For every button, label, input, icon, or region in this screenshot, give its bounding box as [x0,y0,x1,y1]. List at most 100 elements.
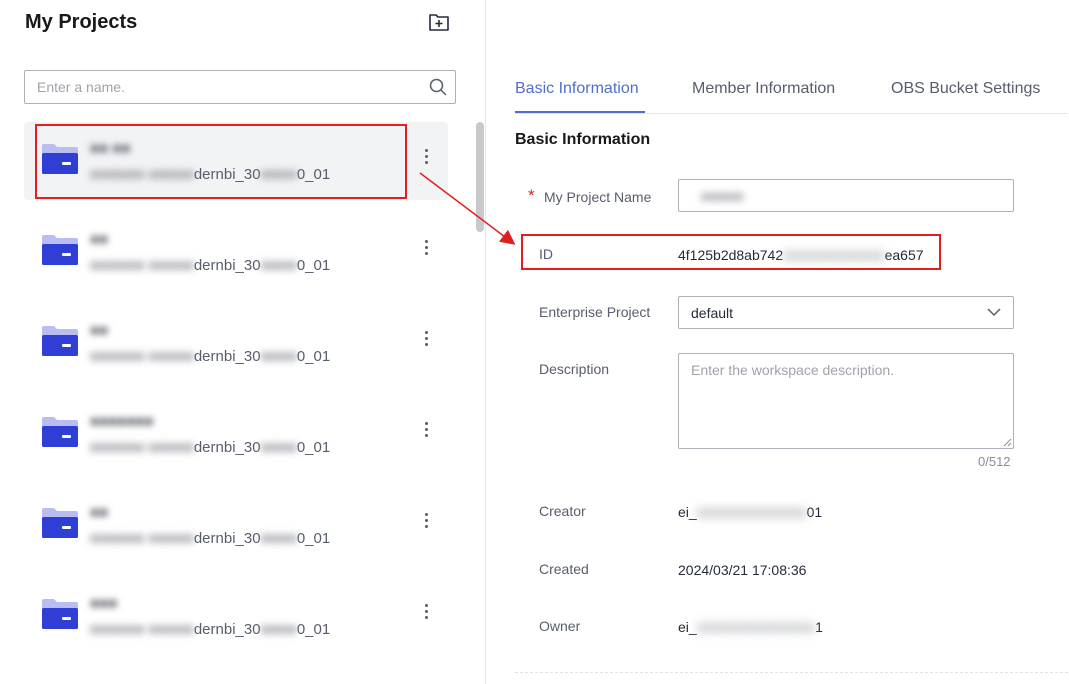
creator-value: ei_■■■■■■■■■■■■■01 [678,504,822,520]
project-subtitle: ■■■■■■ ■■■■■dernbi_30■■■■0_01 [90,257,330,274]
more-dot [424,149,428,152]
more-dot [424,252,428,255]
scrollbar-thumb[interactable] [476,122,484,232]
project-subtitle-suffix: 0_01 [296,530,331,547]
project-subtitle-hidden: ■■■■■■ ■■■■■ [90,348,194,365]
project-name: ■■ [90,504,109,521]
owner-value-hidden: ■■■■■■■■■■■■■■ [696,619,816,635]
description-field [678,353,1014,449]
id-value: 4f125b2d8ab742■■■■■■■■■■■■ea657 [678,247,924,263]
project-item[interactable]: ■■ ■■■■■■ ■■■■■dernbi_30■■■■0_01 [24,213,448,291]
project-item[interactable]: ■■ ■■ ■■■■■■ ■■■■■dernbi_30■■■■0_01 [24,122,448,200]
folder-icon [42,599,78,629]
search-icon[interactable] [429,78,447,96]
creator-value-suffix: 01 [806,504,823,520]
more-dot [424,604,428,607]
active-tab-indicator [515,111,645,113]
folder-icon [42,144,78,174]
enterprise-project-label: Enterprise Project [539,304,651,320]
project-subtitle-visible: dernbi_30 [193,439,261,456]
project-subtitle-hidden: ■■■■■■ ■■■■■ [90,530,194,547]
add-project-button[interactable] [428,11,450,33]
project-subtitle-hidden-mid: ■■■■ [260,166,297,183]
folder-icon [42,235,78,265]
more-dot [424,519,428,522]
enterprise-project-select[interactable]: default [678,296,1014,329]
project-subtitle-visible: dernbi_30 [193,621,261,638]
more-dot [424,616,428,619]
detail-tabs: Basic Information Member Information OBS… [515,66,1068,114]
project-subtitle-visible: dernbi_30 [193,257,261,274]
more-actions-button[interactable] [422,240,430,260]
more-dot [424,246,428,249]
project-item[interactable]: ■■ ■■■■■■ ■■■■■dernbi_30■■■■0_01 [24,486,448,564]
more-dot [424,331,428,334]
project-item[interactable]: ■■ ■■■■■■ ■■■■■dernbi_30■■■■0_01 [24,304,448,382]
section-title: Basic Information [515,131,651,148]
project-subtitle: ■■■■■■ ■■■■■dernbi_30■■■■0_01 [90,348,330,365]
owner-value-suffix: 1 [815,619,823,635]
more-actions-button[interactable] [422,149,430,169]
panel-title: My Projects [25,11,138,33]
project-name: ■■ [90,231,109,248]
project-name-label: My Project Name [544,189,652,205]
tab-basic-information[interactable]: Basic Information [515,80,639,98]
folder-icon [42,508,78,538]
more-dot [424,434,428,437]
project-name: ■■ [90,322,109,339]
project-subtitle-hidden: ■■■■■■ ■■■■■ [90,166,194,183]
project-subtitle-hidden: ■■■■■■ ■■■■■ [90,621,194,638]
project-subtitle-visible: dernbi_30 [193,530,261,547]
folder-icon [42,417,78,447]
more-dot [424,525,428,528]
project-subtitle: ■■■■■■ ■■■■■dernbi_30■■■■0_01 [90,530,330,547]
project-subtitle: ■■■■■■ ■■■■■dernbi_30■■■■0_01 [90,166,330,183]
project-subtitle-visible: dernbi_30 [193,166,261,183]
description-char-counter: 0/512 [978,454,1011,469]
owner-label: Owner [539,618,581,634]
tab-member-information[interactable]: Member Information [692,80,835,98]
owner-value: ei_■■■■■■■■■■■■■■1 [678,619,823,635]
more-actions-button[interactable] [422,513,430,533]
folder-add-icon [429,14,449,31]
more-dot [424,155,428,158]
more-dot [424,422,428,425]
project-item[interactable]: ■■■■■■■ ■■■■■■ ■■■■■dernbi_30■■■■0_01 [24,395,448,473]
creator-value-hidden: ■■■■■■■■■■■■■ [696,504,807,520]
folder-icon [42,326,78,356]
more-dot [424,240,428,243]
more-actions-button[interactable] [422,422,430,442]
resize-handle-icon[interactable] [1003,438,1012,447]
project-list: ■■ ■■ ■■■■■■ ■■■■■dernbi_30■■■■0_01 ■■ ■■■■… [24,122,448,684]
project-subtitle-hidden-mid: ■■■■ [260,530,297,547]
id-value-prefix: 4f125b2d8ab742 [678,247,784,263]
project-name: ■■■■■■■ [90,413,154,430]
project-name-input[interactable]: ■■■■■ [678,179,1014,212]
more-dot [424,343,428,346]
creator-label: Creator [539,503,586,519]
more-actions-button[interactable] [422,331,430,351]
project-subtitle: ■■■■■■ ■■■■■dernbi_30■■■■0_01 [90,439,330,456]
project-subtitle-hidden-mid: ■■■■ [260,257,297,274]
more-actions-button[interactable] [422,604,430,624]
id-value-suffix: ea657 [884,247,924,263]
more-dot [424,161,428,164]
project-subtitle-hidden-mid: ■■■■ [260,439,297,456]
project-list-panel: My Projects ■■ ■■■■■■■■ ■■■■■dernbi_30■■… [0,0,486,684]
project-name: ■■■ [90,595,118,612]
project-item[interactable]: ■■■ ■■■■■■ ■■■■■dernbi_30■■■■0_01 [24,577,448,655]
project-name: ■■ ■■ [90,140,131,157]
project-subtitle-suffix: 0_01 [296,348,331,365]
bottom-divider [515,672,1068,673]
created-label: Created [539,561,589,577]
project-subtitle-suffix: 0_01 [296,166,331,183]
project-name-value: ■■■■■ [701,188,744,204]
project-subtitle-suffix: 0_01 [296,257,331,274]
enterprise-project-value: default [691,305,734,321]
description-textarea[interactable] [679,354,1013,448]
search-input[interactable] [25,71,415,103]
chevron-down-icon [987,308,1001,317]
tab-obs-bucket-settings[interactable]: OBS Bucket Settings [891,80,1040,98]
project-subtitle-hidden: ■■■■■■ ■■■■■ [90,257,194,274]
creator-value-prefix: ei_ [678,504,697,520]
